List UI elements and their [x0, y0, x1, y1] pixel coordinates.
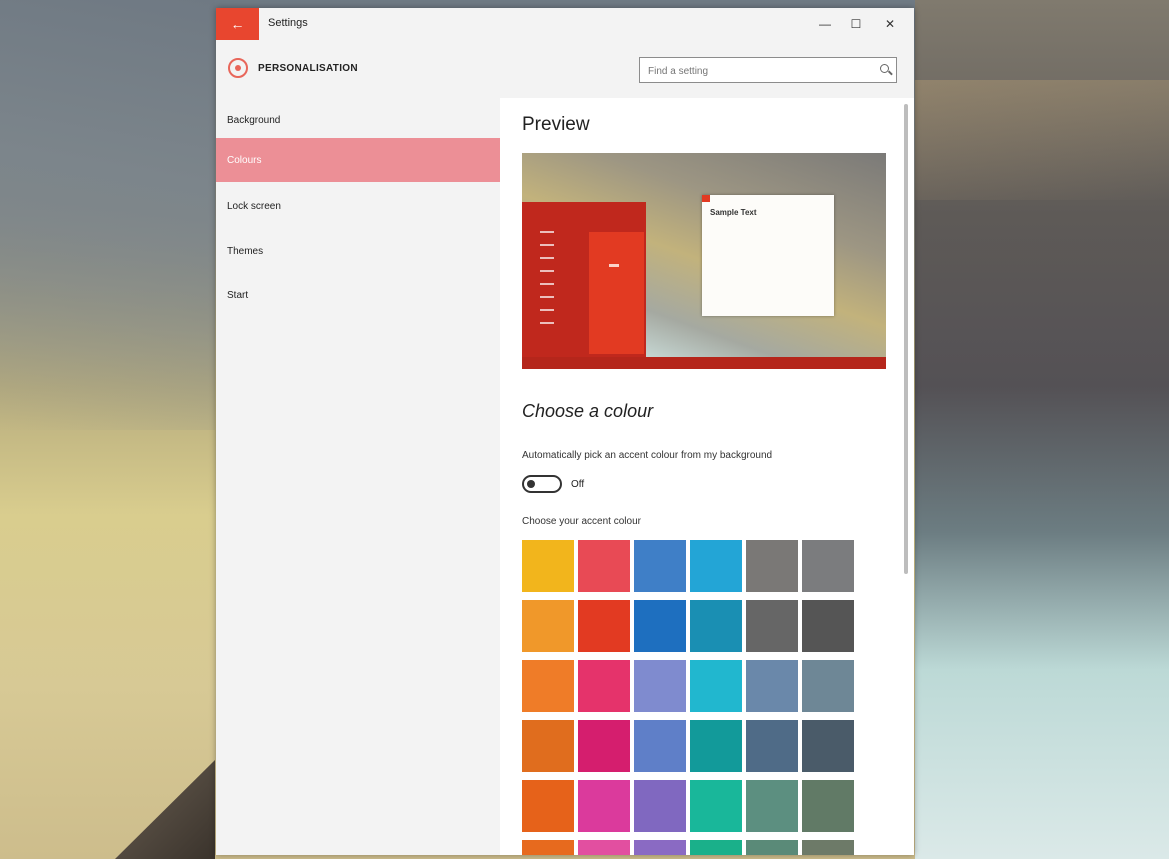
settings-header: PERSONALISATION: [216, 40, 914, 98]
colour-swatch[interactable]: [522, 600, 574, 652]
preview-taskbar: [522, 357, 886, 369]
sidebar-item-label: Themes: [227, 245, 264, 257]
colour-swatch[interactable]: [746, 600, 798, 652]
back-arrow-icon: ←: [230, 16, 245, 32]
colour-swatch[interactable]: [690, 660, 742, 712]
sidebar-item-label: Colours: [227, 154, 262, 166]
maximize-icon: ☐: [850, 17, 862, 31]
colour-swatch[interactable]: [578, 600, 630, 652]
scrollbar[interactable]: [904, 104, 908, 574]
colour-swatch[interactable]: [634, 540, 686, 592]
sidebar-item-start[interactable]: Start: [216, 273, 500, 317]
colour-swatch[interactable]: [690, 720, 742, 772]
colour-swatch[interactable]: [578, 720, 630, 772]
sidebar-item-label: Start: [227, 289, 249, 301]
colour-swatch[interactable]: [578, 840, 630, 855]
minimize-icon: —: [819, 17, 831, 31]
close-button[interactable]: ✕: [875, 14, 905, 34]
back-button[interactable]: ←: [216, 8, 259, 40]
colour-swatch[interactable]: [578, 660, 630, 712]
colour-swatch[interactable]: [802, 780, 854, 832]
auto-accent-toggle[interactable]: [522, 475, 562, 493]
sidebar-item-lock-screen[interactable]: Lock screen: [216, 184, 500, 228]
colour-swatch[interactable]: [522, 780, 574, 832]
colour-swatch[interactable]: [802, 540, 854, 592]
wallpaper-shading: [0, 0, 215, 430]
colour-swatch[interactable]: [690, 780, 742, 832]
colour-swatch[interactable]: [746, 660, 798, 712]
colour-swatch[interactable]: [634, 780, 686, 832]
wallpaper-right: [915, 0, 1169, 859]
preview-title: Preview: [522, 114, 590, 135]
auto-accent-label: Automatically pick an accent colour from…: [522, 450, 773, 461]
colour-swatch[interactable]: [522, 660, 574, 712]
title-bar: ← Settings — ☐ ✕: [216, 8, 914, 40]
preview-sample-text: Sample Text: [710, 208, 757, 217]
accent-colour-grid: [522, 540, 862, 855]
colour-swatch[interactable]: [746, 840, 798, 855]
colour-swatch[interactable]: [634, 840, 686, 855]
colour-swatch[interactable]: [746, 540, 798, 592]
preview-tile: [589, 232, 644, 354]
preview-tile-mark: [609, 264, 619, 267]
colour-swatch[interactable]: [746, 720, 798, 772]
sidebar-item-label: Background: [227, 114, 281, 126]
colour-swatch[interactable]: [578, 780, 630, 832]
sidebar-item-background[interactable]: Background: [216, 98, 500, 142]
preview-window-accent: [702, 195, 710, 202]
choose-colour-title: Choose a colour: [522, 401, 654, 421]
minimize-button[interactable]: —: [810, 14, 840, 34]
colour-swatch[interactable]: [690, 540, 742, 592]
colour-swatch[interactable]: [690, 840, 742, 855]
colour-swatch[interactable]: [802, 840, 854, 855]
gear-icon: [228, 58, 248, 78]
sidebar-item-themes[interactable]: Themes: [216, 229, 500, 273]
search-box[interactable]: [639, 57, 897, 83]
close-icon: ✕: [884, 17, 896, 31]
colour-swatch[interactable]: [522, 540, 574, 592]
colour-swatch[interactable]: [802, 720, 854, 772]
window-title: Settings: [268, 17, 308, 29]
colour-swatch[interactable]: [746, 780, 798, 832]
toggle-knob: [527, 480, 535, 488]
accent-colour-label: Choose your accent colour: [522, 516, 641, 527]
maximize-button[interactable]: ☐: [841, 14, 871, 34]
colour-swatch[interactable]: [522, 840, 574, 855]
search-icon[interactable]: [880, 64, 889, 73]
search-input[interactable]: [646, 62, 870, 80]
colour-swatch[interactable]: [634, 600, 686, 652]
colour-swatch[interactable]: [578, 540, 630, 592]
colour-swatch[interactable]: [634, 660, 686, 712]
colour-swatch[interactable]: [802, 600, 854, 652]
colour-swatch[interactable]: [690, 600, 742, 652]
colour-swatch[interactable]: [802, 660, 854, 712]
colour-swatch[interactable]: [522, 720, 574, 772]
preview-image: Sample Text: [522, 153, 886, 369]
sidebar-item-label: Lock screen: [227, 200, 281, 212]
content-pane: Preview Sample Text Choose a colour Auto…: [500, 98, 914, 855]
preview-start-list: [540, 231, 554, 331]
sidebar: Background Colours Lock screen Themes St…: [216, 98, 500, 855]
section-title: PERSONALISATION: [258, 63, 358, 74]
sidebar-item-colours[interactable]: Colours: [216, 138, 500, 182]
settings-window: ← Settings — ☐ ✕ PERSONALISATION Backgro…: [216, 8, 914, 855]
preview-window: Sample Text: [702, 195, 834, 316]
colour-swatch[interactable]: [634, 720, 686, 772]
toggle-state-label: Off: [571, 479, 585, 490]
